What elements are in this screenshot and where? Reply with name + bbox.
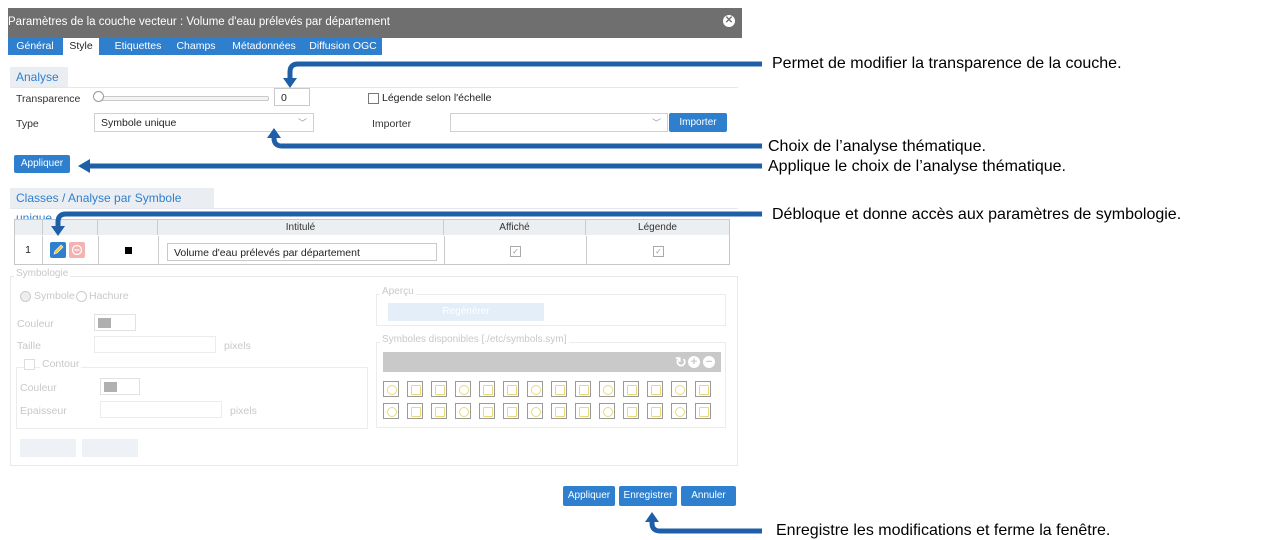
annotation-appliquer: Applique le choix de l’analyse thématiqu… — [768, 158, 1066, 175]
arrowhead-transparence — [283, 78, 297, 88]
arrowhead-edit — [51, 226, 65, 236]
arrowhead-save — [645, 512, 659, 522]
arrow-edit — [55, 211, 762, 226]
arrow-transparence — [287, 61, 762, 78]
annotation-analyse: Choix de l’analyse thématique. — [768, 138, 986, 155]
arrow-save — [649, 522, 762, 534]
annotation-edit: Débloque et donne accès aux paramètres d… — [772, 206, 1182, 223]
arrowhead-appliquer — [78, 159, 90, 173]
annotation-arrows — [51, 61, 762, 534]
arrowhead-analyse — [267, 128, 281, 138]
arrow-analyse — [271, 137, 762, 149]
annotation-transparence: Permet de modifier la transparence de la… — [772, 55, 1122, 72]
annotation-save: Enregistre les modifications et ferme la… — [776, 522, 1111, 539]
